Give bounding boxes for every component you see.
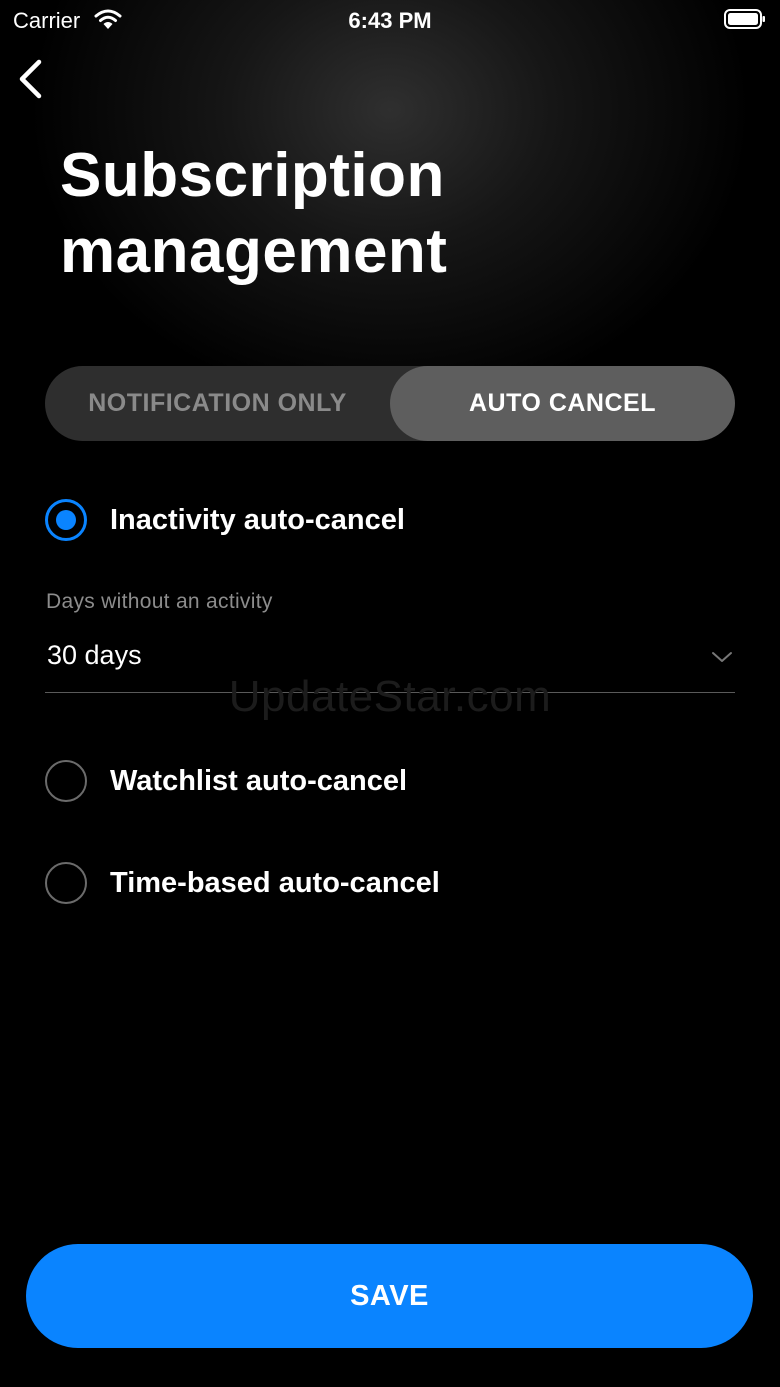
option-inactivity-auto-cancel[interactable]: Inactivity auto-cancel xyxy=(45,498,735,546)
back-button[interactable] xyxy=(14,56,48,102)
watermark: UpdateStar.com xyxy=(228,672,552,721)
battery-icon xyxy=(724,9,765,29)
radio-button[interactable] xyxy=(45,862,87,904)
save-button[interactable]: SAVE xyxy=(26,1244,753,1348)
page-title-line-1: Subscription xyxy=(60,141,445,210)
option-label: Time-based auto-cancel xyxy=(110,867,440,899)
days-select-value: 30 days xyxy=(47,640,142,670)
page-title: Subscription management xyxy=(60,138,740,290)
status-bar: Carrier 6:43 PM xyxy=(0,0,780,40)
option-label: Inactivity auto-cancel xyxy=(110,504,405,536)
status-time: 6:43 PM xyxy=(348,8,432,33)
segment-notification-only[interactable]: NOTIFICATION ONLY xyxy=(45,366,390,441)
chevron-down-icon xyxy=(712,652,732,662)
page-title-line-2: management xyxy=(60,217,448,286)
option-time-based-auto-cancel[interactable]: Time-based auto-cancel xyxy=(45,861,735,909)
option-label: Watchlist auto-cancel xyxy=(110,765,408,797)
segment-auto-cancel[interactable]: AUTO CANCEL xyxy=(390,366,735,441)
mode-segmented-control: NOTIFICATION ONLY AUTO CANCEL xyxy=(45,366,735,441)
radio-dot xyxy=(56,510,76,530)
radio-button[interactable] xyxy=(45,760,87,802)
radio-button-selected[interactable] xyxy=(45,499,87,541)
days-field-label: Days without an activity xyxy=(46,590,273,613)
chevron-left-icon xyxy=(19,59,42,99)
option-watchlist-auto-cancel[interactable]: Watchlist auto-cancel xyxy=(45,759,735,807)
